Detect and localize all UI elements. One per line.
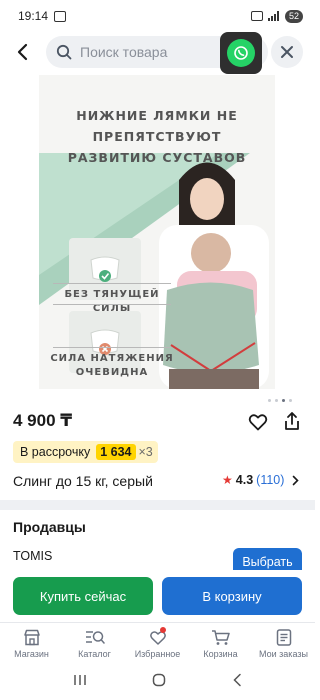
pager-dot [268,399,271,402]
image-headline-line2: РАЗВИТИЮ СУСТАВОВ [67,150,247,165]
tab-label: Мои заказы [259,649,308,659]
battery-indicator: 52 [285,9,303,23]
heart-icon [248,414,268,431]
orders-icon [274,628,294,646]
star-icon: ★ [222,473,233,487]
add-to-cart-button[interactable]: В корзину [162,577,302,615]
home-icon [153,673,166,686]
status-bar: 19:14 52 [0,0,315,32]
search-icon [56,44,72,60]
recents-icon [74,675,86,685]
pager-dot-active [282,399,285,402]
feature-label-2-line2: ОЧЕВИДНА [75,367,149,378]
shop-icon [22,628,42,646]
action-bar: Купить сейчас В корзину [0,570,315,622]
share-icon [285,412,299,430]
installment-multiplier: ×3 [138,445,153,459]
pager-dot [275,399,278,402]
image-headline-line1: НИЖНИЕ ЛЯМКИ НЕ ПРЕПЯТСТВУЮТ [76,108,238,144]
system-navigation-bar [0,664,315,700]
status-icons: 52 [251,9,303,23]
signal-icon [268,11,280,21]
feature-label-2-line1: СИЛА НАТЯЖЕНИЯ [50,353,174,364]
tab-shop[interactable]: Магазин [0,623,63,664]
back-icon [233,673,241,686]
buy-now-button[interactable]: Купить сейчас [13,577,153,615]
rating-score: 4.3 [235,473,254,487]
cart-icon [211,628,231,646]
tab-label: Избранное [134,649,181,659]
notification-dot [160,627,166,633]
screenshot-icon [54,10,67,22]
tab-cart[interactable]: Корзина [189,623,252,664]
installment-label: В рассрочку [20,445,91,459]
home-button[interactable] [152,673,166,692]
bottom-tab-bar: Магазин Каталог Избранное Корзина Мои за… [0,622,315,664]
check-icon [90,256,120,282]
feature-divider [53,347,171,348]
search-placeholder: Поиск товара [80,44,168,60]
whatsapp-button[interactable] [220,32,262,74]
tab-label: Корзина [203,649,238,659]
feature-divider [53,283,171,284]
product-title: Слинг до 15 кг, серый [13,473,153,489]
whatsapp-icon [227,39,255,67]
back-button[interactable] [10,40,34,64]
tab-label: Магазин [14,649,49,659]
installment-badge[interactable]: В рассрочку 1 634 ×3 [13,441,158,463]
installment-amount: 1 634 [96,444,136,460]
system-back-button[interactable] [232,673,242,692]
close-icon [281,46,293,58]
rating-link[interactable]: ★ 4.3 (110) [222,473,300,487]
feature-label-2: СИЛА НАТЯЖЕНИЯ ОЧЕВИДНА [47,352,177,380]
feature-divider [53,304,171,305]
recent-apps-button[interactable] [73,673,87,691]
image-pager[interactable] [268,399,292,402]
chevron-right-icon [293,475,300,485]
sellers-title: Продавцы [13,519,86,535]
pager-dot [289,399,292,402]
product-price: 4 900 ₸ [13,411,73,430]
tab-catalog[interactable]: Каталог [63,623,126,664]
tab-orders[interactable]: Мои заказы [252,623,315,664]
reviews-count: (110) [256,473,285,487]
status-time: 19:14 [18,9,49,23]
wifi-icon [251,11,263,21]
tab-favorites[interactable]: Избранное [126,623,189,664]
section-divider [0,500,315,510]
image-headline: НИЖНИЕ ЛЯМКИ НЕ ПРЕПЯТСТВУЮТ РАЗВИТИЮ СУ… [39,105,275,168]
share-button[interactable] [281,410,303,432]
close-button[interactable] [271,36,303,68]
favorite-button[interactable] [247,411,269,433]
header: Поиск товара [0,32,315,74]
product-image[interactable]: НИЖНИЕ ЛЯМКИ НЕ ПРЕПЯТСТВУЮТ РАЗВИТИЮ СУ… [39,75,275,389]
tab-label: Каталог [78,649,111,659]
seller-name: TOMIS [13,549,53,563]
back-icon [17,43,28,61]
catalog-search-icon [85,628,105,646]
